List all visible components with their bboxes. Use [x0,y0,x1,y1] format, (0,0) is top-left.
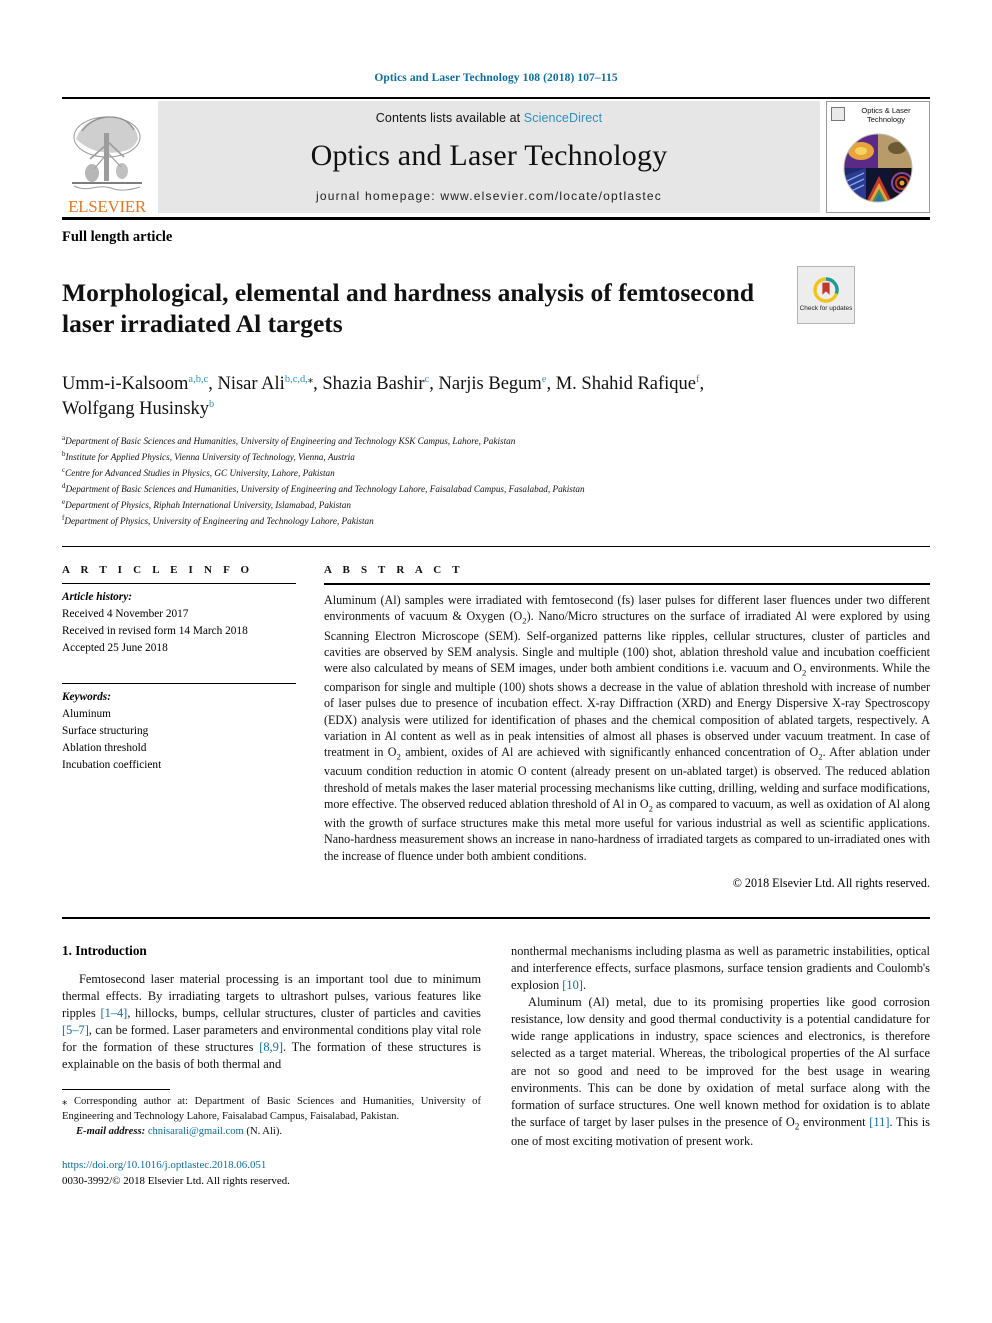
article-info-column: A R T I C L E I N F O Article history: R… [62,564,324,891]
author-affil-marks: b,c,d, [284,374,308,386]
journal-cover-thumbnail: Optics & Laser Technology [826,101,930,213]
info-section-top-rule [62,546,930,548]
keyword-item: Incubation coefficient [62,758,162,771]
affiliation-item: eDepartment of Physics, Riphah Internati… [62,497,930,513]
article-page: Optics and Laser Technology 108 (2018) 1… [0,0,992,1323]
affiliation-text: Centre for Advanced Studies in Physics, … [65,468,335,479]
cover-title: Optics & Laser Technology [831,106,925,125]
body-columns: 1. Introduction Femtosecond laser materi… [62,943,930,1190]
author-name: Shazia Bashir [322,374,425,395]
email-label: E-mail address: [76,1126,146,1138]
contents-line: Contents lists available at ScienceDirec… [376,111,602,125]
title-row: Morphological, elemental and hardness an… [62,260,930,356]
affiliation-text: Department of Basic Sciences and Humanit… [65,484,585,495]
email-owner: (N. Ali). [246,1126,283,1138]
author-name: Wolfgang Husinsky [62,399,210,420]
affiliation-item: dDepartment of Basic Sciences and Humani… [62,481,930,497]
sciencedirect-link[interactable]: ScienceDirect [524,111,602,125]
affiliation-item: cCentre for Advanced Studies in Physics,… [62,465,930,481]
author-name: Nisar Ali [217,374,285,395]
journal-title: Optics and Laser Technology [310,139,668,172]
history-item: Accepted 25 June 2018 [62,641,168,654]
masthead-center: Contents lists available at ScienceDirec… [158,101,820,213]
author-name: Umm-i-Kalsoom [62,374,189,395]
elsevier-logo: ELSEVIER [62,99,152,217]
article-info-rule [62,583,296,585]
author-name: Narjis Begum [438,374,542,395]
keyword-item: Aluminum [62,707,111,720]
history-item: Received 4 November 2017 [62,608,189,621]
corresponding-author-text: ⁎ Corresponding author at: Department of… [62,1096,481,1123]
masthead-bottom-rule [62,217,930,220]
elsevier-tree-icon [72,116,142,191]
history-item: Received in revised form 14 March 2018 [62,625,248,637]
abstract-column: A B S T R A C T Aluminum (Al) samples we… [324,564,930,891]
elsevier-wordmark: ELSEVIER [68,197,146,216]
info-abstract-wrapper: A R T I C L E I N F O Article history: R… [62,564,930,891]
abstract-copyright: © 2018 Elsevier Ltd. All rights reserved… [732,875,930,890]
crossmark-label: Check for updates [799,305,853,313]
article-history-block: Article history: Received 4 November 201… [62,589,296,657]
contents-prefix: Contents lists available at [375,111,524,125]
doi-block: https://doi.org/10.1016/j.optlastec.2018… [62,1158,481,1190]
cover-publisher-icon [831,107,845,121]
intro-paragraph-2: Aluminum (Al) metal, due to its promisin… [511,995,930,1148]
journal-masthead: ELSEVIER Contents lists available at Sci… [62,99,930,217]
page-title: Morphological, elemental and hardness an… [62,278,755,339]
crossmark-badge[interactable]: Check for updates [797,266,855,324]
article-type: Full length article [62,229,173,245]
keywords-label: Keywords: [62,690,111,703]
abstract-text: Aluminum (Al) samples were irradiated wi… [324,593,931,863]
author-affil-marks: e [541,374,547,386]
footnote-separator [62,1089,170,1091]
cover-artwork [831,131,925,210]
intro-paragraph-1: Femtosecond laser material processing is… [62,971,481,1072]
abstract-rule [324,583,930,586]
running-head: Optics and Laser Technology 108 (2018) 1… [374,72,618,84]
author-list: Umm-i-Kalsooma,b,c, Nisar Alib,c,d,⁎, Sh… [62,374,705,420]
corresponding-author-note: ⁎ Corresponding author at: Department of… [62,1095,481,1139]
author-affil-marks: b [209,399,215,411]
affiliation-item: bInstitute for Applied Physics, Vienna U… [62,449,930,465]
affiliation-text: Department of Physics, University of Eng… [64,516,374,527]
affiliation-text: Department of Physics, Riphah Internatio… [65,500,351,511]
issn-copyright-line: 0030-3992/© 2018 Elsevier Ltd. All right… [62,1174,290,1187]
corresponding-author-marker: ⁎ [307,374,314,386]
author-affil-marks: a,b,c [188,374,209,386]
author-affil-marks: c [424,374,430,386]
author-name: M. Shahid Rafique [555,374,697,395]
journal-homepage-link[interactable]: journal homepage: www.elsevier.com/locat… [316,189,662,203]
keyword-item: Ablation threshold [62,741,147,754]
intro-paragraph-1-continued: nonthermal mechanisms including plasma a… [511,943,930,993]
crossmark-icon [813,277,839,303]
article-history-label: Article history: [62,591,132,604]
author-affil-marks: f [696,374,700,386]
cover-art-svg [843,133,913,203]
body-right-column: nonthermal mechanisms including plasma a… [511,943,930,1190]
affiliation-list: aDepartment of Basic Sciences and Humani… [62,433,930,529]
affiliation-item: fDepartment of Physics, University of En… [62,513,930,529]
email-line: E-mail address: chnisarali@gmail.com (N.… [62,1125,481,1140]
body-separator-rule [62,916,930,919]
affiliation-text: Institute for Applied Physics, Vienna Un… [65,452,355,463]
keyword-item: Surface structuring [62,724,149,737]
abstract-heading: A B S T R A C T [324,564,464,577]
section-heading-introduction: 1. Introduction [62,942,147,958]
keywords-block: Keywords: Aluminum Surface structuring A… [62,682,296,774]
affiliation-item: aDepartment of Basic Sciences and Humani… [62,433,930,449]
article-info-heading: A R T I C L E I N F O [62,564,254,577]
email-link[interactable]: chnisarali@gmail.com [148,1126,244,1137]
doi-link[interactable]: https://doi.org/10.1016/j.optlastec.2018… [62,1158,481,1174]
cover-title-text: Optics & Laser Technology [861,106,911,125]
keywords-rule [62,682,296,684]
affiliation-text: Department of Basic Sciences and Humanit… [65,436,516,447]
body-left-column: 1. Introduction Femtosecond laser materi… [62,943,481,1190]
